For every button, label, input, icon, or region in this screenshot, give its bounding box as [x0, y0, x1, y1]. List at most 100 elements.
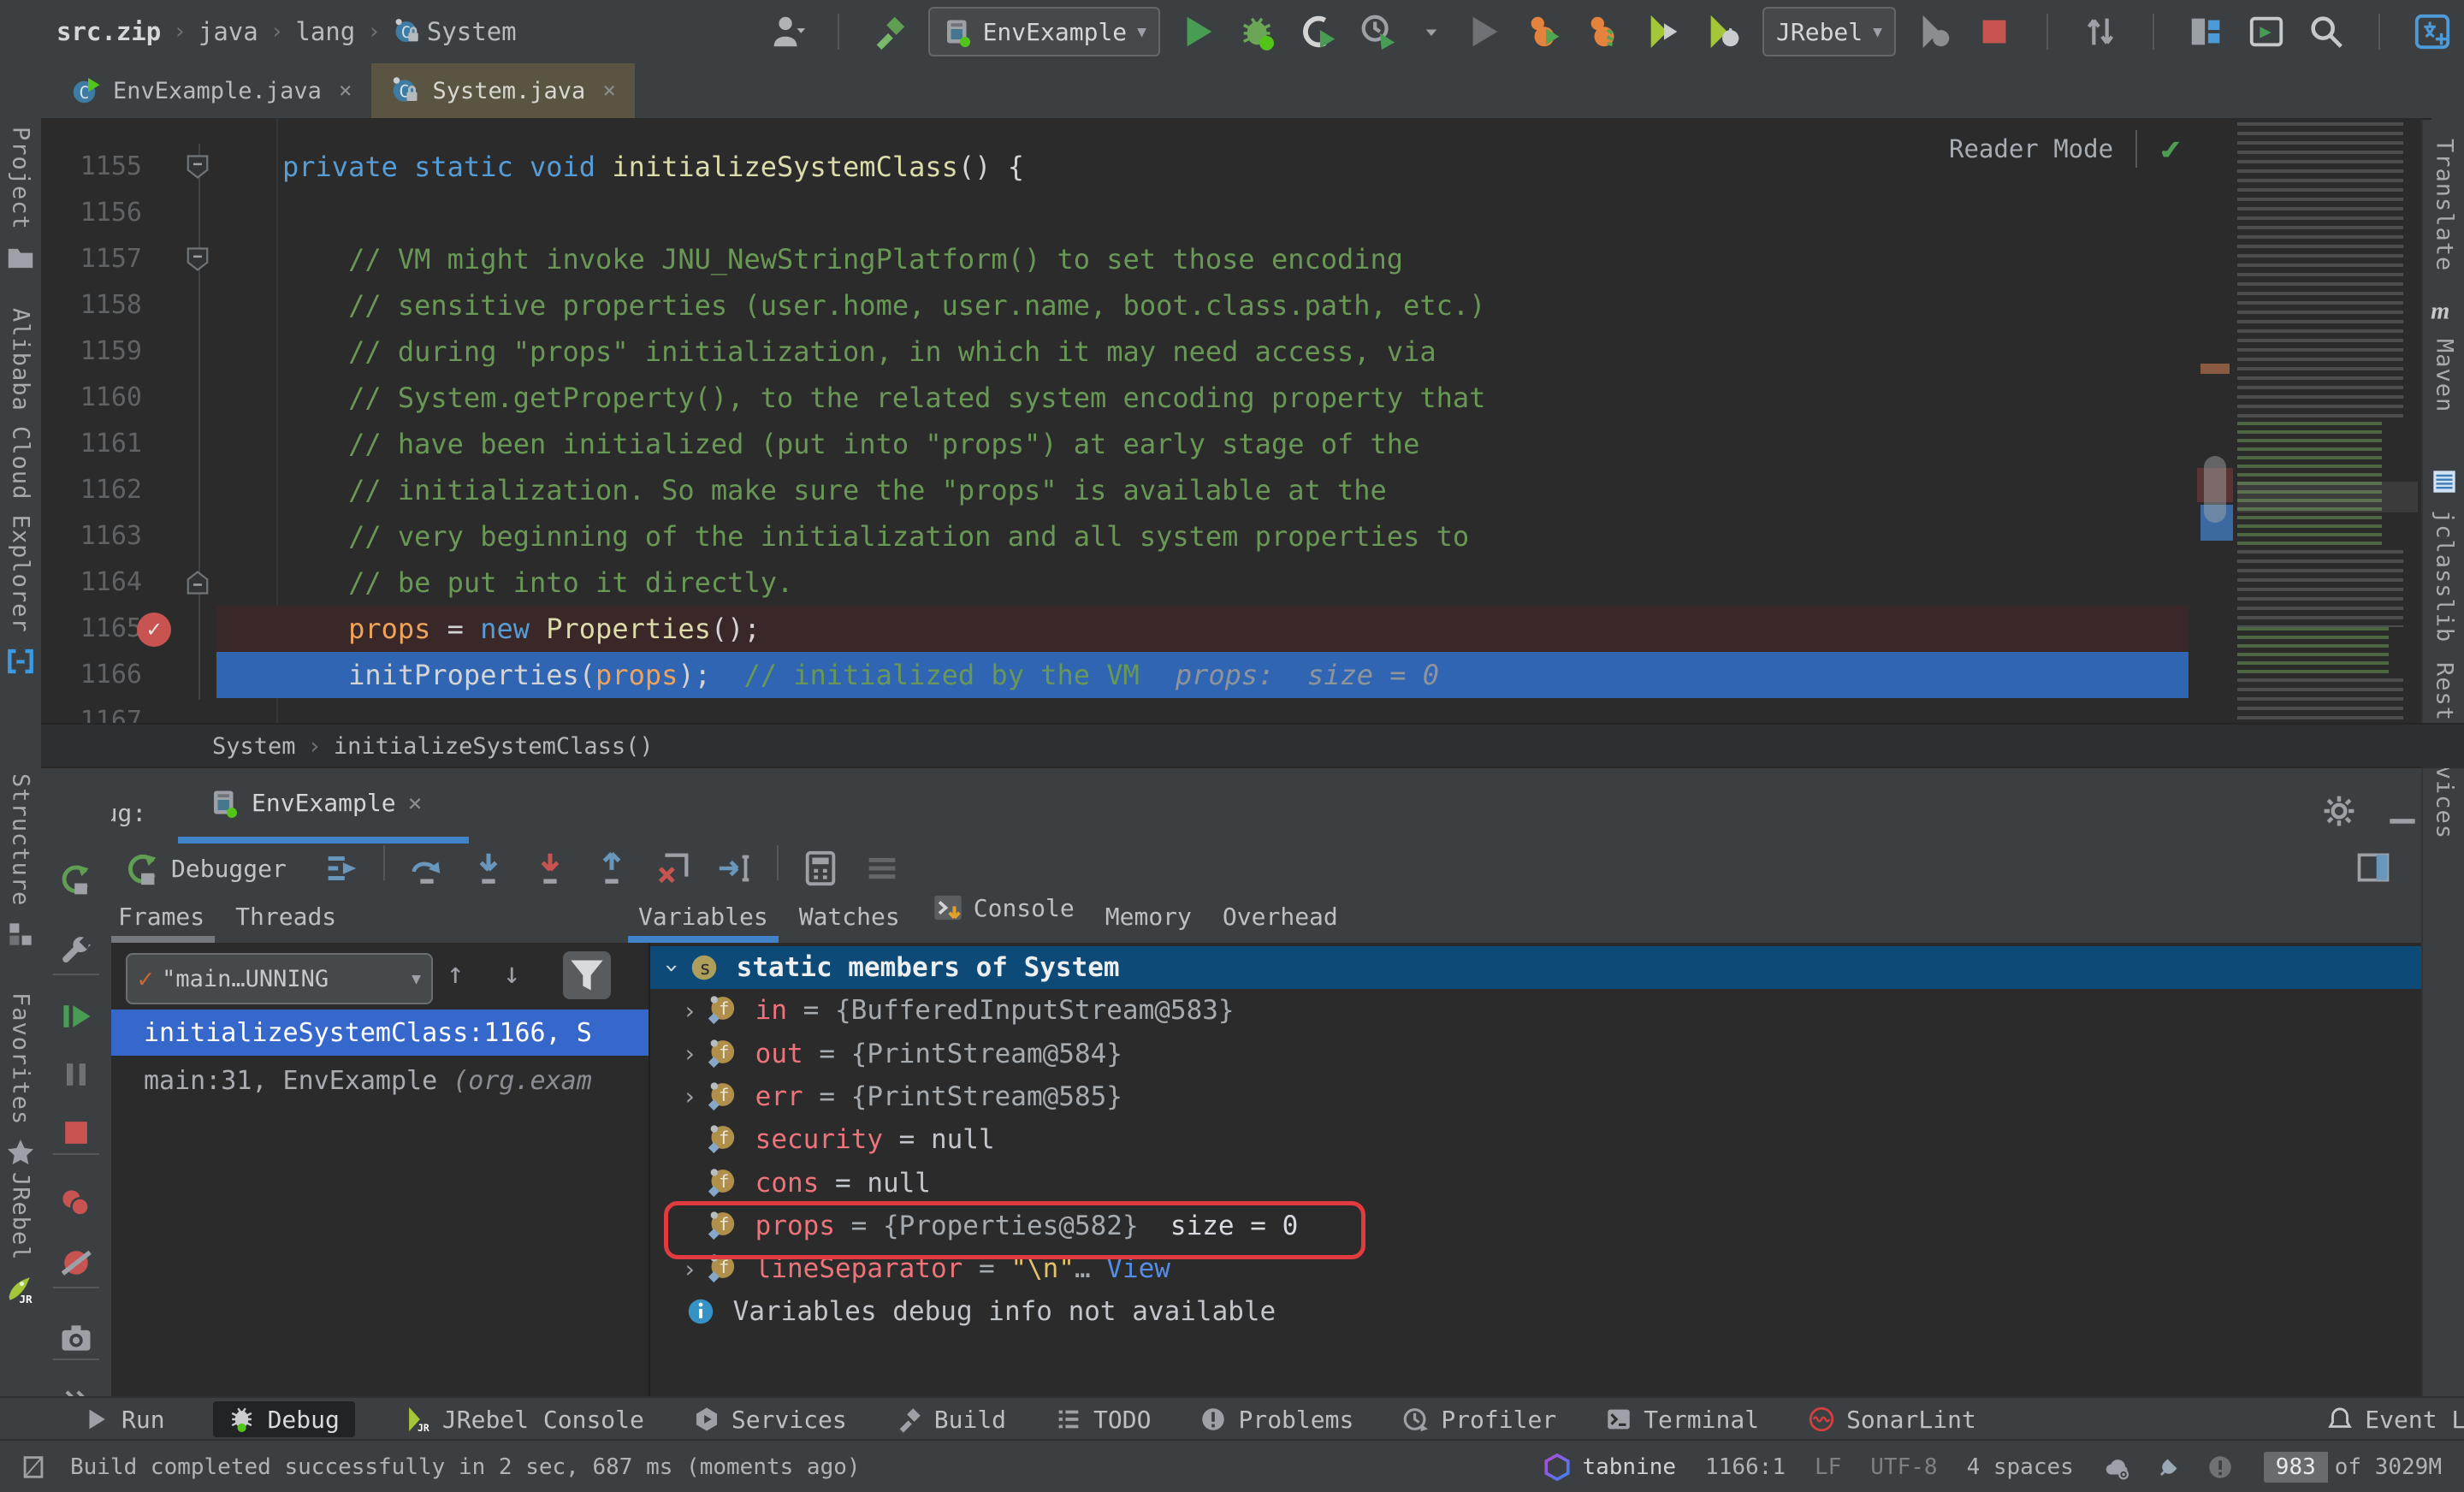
build-hammer-icon[interactable]: [870, 12, 909, 51]
line-number[interactable]: 1162: [41, 467, 142, 513]
toolwindow-button-run[interactable]: Run: [82, 1405, 165, 1434]
code-line-1161[interactable]: 1161 // have been initialized (put into …: [41, 421, 2421, 467]
updown-icon[interactable]: [2081, 12, 2120, 51]
plug-icon[interactable]: [2154, 1453, 2183, 1482]
tabnine-widget[interactable]: tabnine: [1543, 1453, 1676, 1482]
error-stripe-mark[interactable]: [2200, 364, 2230, 374]
mute-breakpoints-icon[interactable]: [57, 1244, 95, 1282]
dropdown-icon[interactable]: [1419, 19, 1444, 44]
jrebel-debug-icon[interactable]: [1704, 12, 1744, 51]
evaluate-expression-icon[interactable]: [801, 849, 840, 888]
pause-icon[interactable]: [57, 1056, 95, 1093]
view-breakpoints-icon[interactable]: [57, 1184, 95, 1222]
code-line-1167[interactable]: 1167: [41, 698, 2421, 723]
variable-row-out[interactable]: ›f out = {PrintStream@584}: [650, 1033, 2421, 1075]
translate-icon[interactable]: [2413, 12, 2452, 51]
run-config-combo[interactable]: EnvExample ▼: [928, 7, 1160, 56]
stripe-button-alibaba-cloud-explorer[interactable]: Alibaba Cloud Explorer: [0, 308, 41, 678]
stop-icon[interactable]: [1975, 12, 2014, 51]
breadcrumb-item[interactable]: System: [427, 17, 517, 46]
stripe-button-jclasslib[interactable]: jclasslib: [2423, 465, 2464, 642]
layout-settings-icon[interactable]: [2354, 849, 2392, 886]
debug-settings-icon[interactable]: [57, 933, 95, 971]
stripe-button-maven[interactable]: mMaven: [2423, 294, 2464, 412]
indent-setting[interactable]: 4 spaces: [1967, 1454, 2074, 1480]
memory-indicator[interactable]: 983 of 3029M: [2264, 1452, 2450, 1483]
code-minimap[interactable]: [2237, 122, 2418, 723]
minimize-icon[interactable]: [2384, 792, 2421, 830]
breadcrumb-method[interactable]: initializeSystemClass(): [334, 733, 654, 760]
line-number[interactable]: 1161: [41, 421, 142, 467]
editor-tab-System.java[interactable]: CSystem.java×: [371, 63, 635, 118]
breadcrumb-item[interactable]: java: [198, 17, 258, 46]
jrebel-run-icon[interactable]: [1644, 12, 1684, 51]
status-message[interactable]: Build completed successfully in 2 sec, 6…: [70, 1454, 861, 1480]
drop-frame-icon[interactable]: [654, 849, 693, 888]
force-step-into-icon[interactable]: [530, 849, 570, 888]
breadcrumb-item[interactable]: lang: [295, 17, 355, 46]
step-out-icon[interactable]: [592, 849, 631, 888]
code-line-1158[interactable]: 1158 // sensitive properties (user.home,…: [41, 282, 2421, 329]
scrollbar-thumb[interactable]: [2204, 456, 2226, 523]
run-anything-icon[interactable]: [2247, 12, 2286, 51]
resume-icon[interactable]: [57, 998, 95, 1035]
filter-icon[interactable]: [563, 951, 611, 999]
line-number[interactable]: 1165: [41, 606, 142, 652]
stop-process-icon[interactable]: [57, 1114, 95, 1152]
frame-row[interactable]: main:31, EnvExample (org.exam: [111, 1057, 649, 1104]
line-number[interactable]: 1155: [41, 144, 142, 190]
caret-position[interactable]: 1166:1: [1705, 1454, 1786, 1480]
stripe-button-project[interactable]: Project: [0, 127, 41, 275]
stream-debugger-icon[interactable]: [862, 849, 902, 888]
toolwindow-button-todo[interactable]: TODO: [1054, 1405, 1151, 1434]
layout-settings-icon[interactable]: [2354, 849, 2392, 886]
chevron-collapsed-icon[interactable]: ›: [674, 1039, 705, 1068]
stripe-button-jrebel[interactable]: JRebelJR: [0, 1172, 41, 1306]
reader-mode-widget[interactable]: Reader Mode ✓✓: [1949, 130, 2182, 168]
line-number[interactable]: 1163: [41, 513, 142, 560]
reader-mode-label[interactable]: Reader Mode: [1949, 134, 2113, 163]
stripe-button-translate[interactable]: Translate: [2423, 139, 2464, 271]
line-number[interactable]: 1160: [41, 375, 142, 421]
line-number[interactable]: 1166: [41, 652, 142, 698]
toolwindow-button-sonarlint[interactable]: SonarLint: [1807, 1405, 1976, 1434]
gear-icon[interactable]: [2320, 792, 2358, 830]
code-line-1164[interactable]: 1164 // be put into it directly.: [41, 560, 2421, 606]
warning-circle-icon[interactable]: [2206, 1453, 2235, 1482]
gear-icon[interactable]: [2320, 792, 2358, 830]
code-line-1159[interactable]: 1159 // during "props" initialization, i…: [41, 329, 2421, 375]
line-number[interactable]: 1159: [41, 329, 142, 375]
variable-row[interactable]: ›s static members of System: [650, 946, 2421, 989]
stripe-button-structure[interactable]: Structure: [0, 773, 41, 950]
toolwindow-button-terminal[interactable]: Terminal: [1604, 1405, 1759, 1434]
toolwindow-button-build[interactable]: Build: [895, 1405, 1006, 1434]
event-log-button[interactable]: Event Log: [2325, 1405, 2464, 1434]
close-icon[interactable]: ×: [602, 78, 616, 104]
run-icon[interactable]: [1179, 12, 1218, 51]
toolwindow-button-debug[interactable]: Debug: [213, 1401, 355, 1437]
breakpoint-icon[interactable]: ✓: [137, 613, 171, 647]
chevron-expanded-icon[interactable]: ›: [659, 952, 687, 983]
debug-tab-threads[interactable]: Threads: [220, 903, 352, 943]
variable-row-cons[interactable]: f cons = null: [650, 1162, 2421, 1205]
profile-icon[interactable]: [1359, 12, 1398, 51]
attach-profiler-snapshot-icon[interactable]: [1584, 12, 1624, 51]
breadcrumb[interactable]: src.zip›java›lang›CSystem: [56, 17, 517, 46]
variable-row-err[interactable]: ›f err = {PrintStream@585}: [650, 1075, 2421, 1118]
minimap-viewport[interactable]: [2237, 482, 2418, 512]
error-stripe[interactable]: [2197, 118, 2233, 723]
fold-marker-icon[interactable]: [185, 246, 210, 273]
code-editor[interactable]: 1155private static void initializeSystem…: [41, 118, 2421, 723]
step-over-icon[interactable]: [407, 849, 447, 888]
file-encoding[interactable]: UTF-8: [1870, 1454, 1937, 1480]
code-line-1157[interactable]: 1157 // VM might invoke JNU_NewStringPla…: [41, 236, 2421, 282]
toolwindow-button-jrebel-console[interactable]: JRJRebel Console: [403, 1405, 644, 1434]
fold-marker-icon[interactable]: [185, 153, 210, 181]
code-line-1162[interactable]: 1162 // initialization. So make sure the…: [41, 467, 2421, 513]
fold-marker-icon[interactable]: [185, 569, 210, 596]
show-execution-point-icon[interactable]: [322, 849, 361, 888]
breadcrumb-item[interactable]: src.zip: [56, 17, 161, 46]
debug-tab-watches[interactable]: Watches: [784, 903, 915, 943]
line-number[interactable]: 1156: [41, 190, 142, 236]
run-to-cursor-icon[interactable]: [715, 849, 755, 888]
